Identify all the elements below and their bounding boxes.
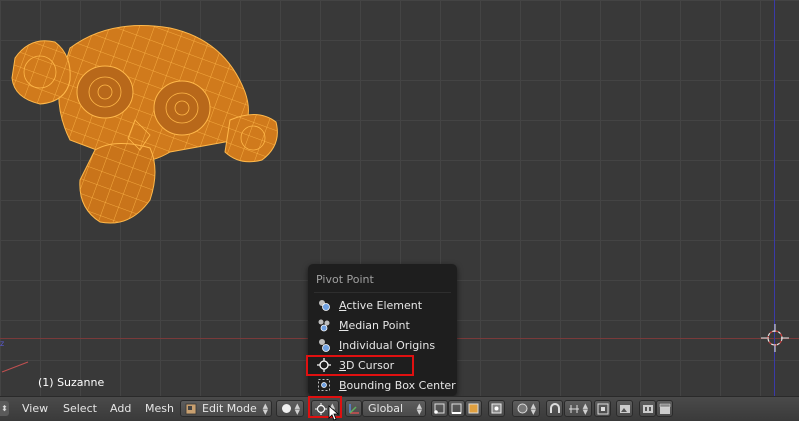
transform-orientation-dropdown[interactable]: Global ▲ ▼ [362, 400, 426, 417]
manipulator-icon [347, 402, 360, 415]
snap-target-button[interactable] [594, 400, 611, 417]
pivot-point-menu: Pivot Point Active Element Median Point … [308, 264, 457, 396]
clapperboard-button[interactable] [656, 400, 673, 417]
vertex-select-button[interactable] [431, 400, 448, 417]
active-object-label: (1) Suzanne [38, 376, 105, 389]
vertex-select-icon [434, 403, 445, 414]
median-point-icon [317, 318, 331, 332]
edge-select-button[interactable] [448, 400, 465, 417]
magnet-icon [549, 402, 561, 415]
viewport-header: ⬍ View Select Add Mesh Edit Mode ▲ ▼ ▲ ▼ ▲… [0, 396, 799, 420]
axis-gizmo-icon: z [0, 339, 29, 373]
orientation-label: Global [368, 402, 404, 415]
clapperboard-icon [659, 403, 671, 415]
menu-item-bounding-box-center[interactable]: Bounding Box Center [314, 376, 456, 394]
menu-view[interactable]: View [22, 397, 48, 420]
menu-item-label: Bounding Box Center [339, 378, 456, 392]
proportional-editing-dropdown[interactable]: ▲ ▼ [512, 400, 540, 417]
snap-target-icon [597, 403, 609, 415]
opengl-render-button[interactable] [616, 400, 633, 417]
highlight-3d-cursor-annotation [306, 355, 414, 376]
menu-item-label: Individual Origins [339, 338, 436, 352]
occlude-geometry-icon [491, 403, 502, 414]
menu-item-median-point[interactable]: Median Point [314, 316, 451, 334]
dropdown-arrows-icon: ▲▼ [416, 401, 422, 416]
face-select-button[interactable] [465, 400, 482, 417]
edge-select-icon [451, 403, 462, 414]
individual-origins-icon [317, 338, 331, 352]
bounding-box-center-icon [317, 378, 331, 392]
3d-cursor-icon[interactable] [761, 324, 789, 352]
menu-item-label: Median Point [339, 318, 410, 332]
menu-select[interactable]: Select [63, 397, 97, 420]
proportional-editing-icon [517, 403, 528, 414]
menu-add[interactable]: Add [110, 397, 131, 420]
dropdown-arrows-icon: ▲▼ [530, 401, 536, 416]
face-select-icon [468, 403, 479, 414]
mode-label: Edit Mode [202, 402, 257, 415]
menu-item-label: Active Element [339, 298, 423, 312]
dropdown-arrows-icon: ▲▼ [294, 401, 300, 416]
dropdown-arrows-icon: ▲▼ [262, 401, 268, 416]
solid-shading-icon [281, 403, 292, 414]
snap-element-dropdown[interactable]: ▲ ▼ [564, 400, 592, 417]
menu-title: Pivot Point [316, 273, 374, 286]
mode-dropdown[interactable]: Edit Mode ▲ ▼ [180, 400, 272, 417]
edit-mode-icon [185, 403, 197, 415]
editor-type-toggle[interactable]: ⬍ [0, 401, 9, 416]
render-animation-icon [642, 403, 654, 415]
dropdown-arrows-icon: ▲▼ [582, 401, 588, 416]
opengl-render-animation-button[interactable] [639, 400, 656, 417]
active-element-icon [317, 298, 331, 312]
viewport-shading-dropdown[interactable]: ▲ ▼ [276, 400, 304, 417]
snap-toggle-button[interactable] [546, 400, 563, 417]
manipulator-toggle[interactable] [345, 400, 362, 417]
occlude-geometry-button[interactable] [488, 400, 505, 417]
snap-increment-icon [568, 403, 580, 415]
menu-item-active-element[interactable]: Active Element [314, 296, 451, 314]
menu-item-individual-origins[interactable]: Individual Origins [314, 336, 451, 354]
svg-text:z: z [0, 339, 4, 348]
menu-divider [314, 292, 451, 293]
render-image-icon [619, 403, 631, 415]
menu-mesh[interactable]: Mesh [145, 397, 174, 420]
